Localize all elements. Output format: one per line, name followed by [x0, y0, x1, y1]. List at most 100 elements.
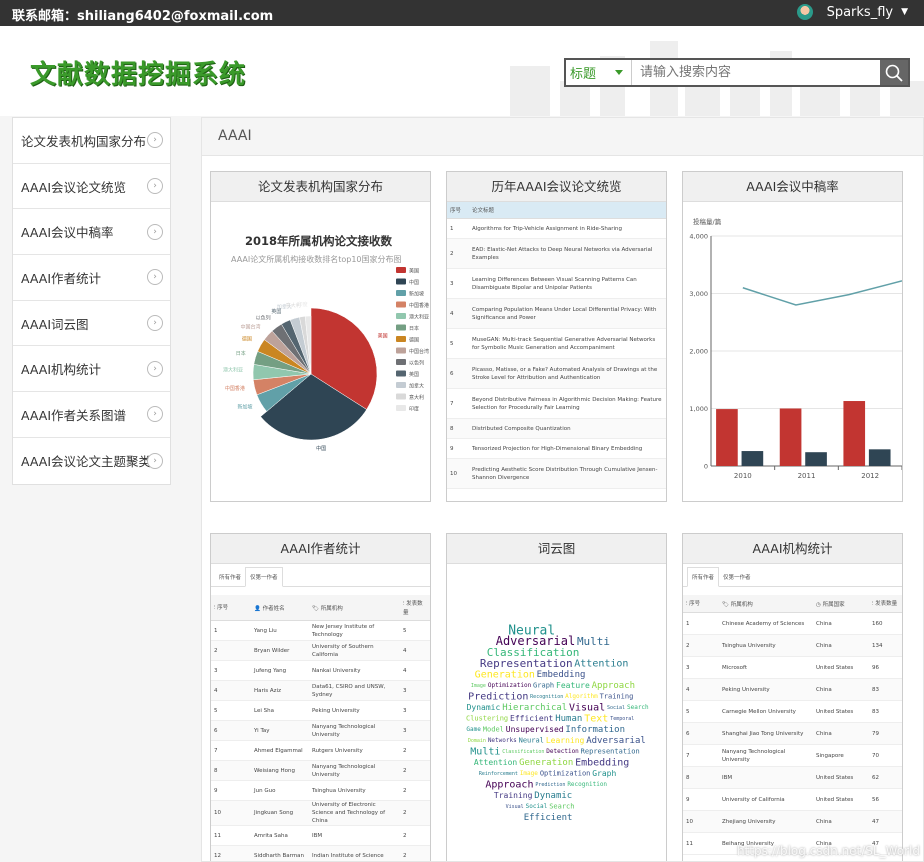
search-field-select[interactable]: 标题	[566, 60, 632, 85]
wordcloud-word[interactable]: Graph	[592, 769, 616, 778]
sidebar-item-institution-stats[interactable]: AAAI机构统计 ›	[13, 346, 170, 393]
table-row[interactable]: 8 IBM United States 62	[683, 766, 902, 789]
legend-label[interactable]: 中国	[409, 279, 419, 286]
table-row[interactable]: 6 Picasso, Matisse, or a Fake? Automated …	[447, 358, 666, 389]
sidebar-item-acceptance-rate[interactable]: AAAI会议中稿率 ›	[13, 209, 170, 256]
wordcloud-word[interactable]: Game	[466, 726, 481, 733]
legend-swatch[interactable]	[396, 267, 406, 273]
chevron-down-icon[interactable]: ▼	[901, 7, 908, 17]
wordcloud-word[interactable]: Image	[520, 770, 538, 777]
wordcloud-word[interactable]: Prediction	[468, 692, 528, 703]
legend-swatch[interactable]	[396, 370, 406, 377]
table-row[interactable]: 4 Comparing Population Means Under Local …	[447, 298, 666, 329]
table-row[interactable]: 1 Algorithms for Trip-Vehicle Assignment …	[447, 218, 666, 239]
table-row[interactable]: 2 Tsinghua University China 134	[683, 634, 902, 657]
wordcloud-word[interactable]: Visual	[506, 804, 524, 810]
bar[interactable]	[843, 401, 866, 466]
panel-author-stats[interactable]: AAAI作者统计 所有作者 仅第一作者 ⫶ 序号 👤 作者姓名 🏷 所属机构 ⫶…	[210, 533, 431, 861]
table-row[interactable]: 7 Ahmed Elgammal Rutgers University 2	[211, 740, 430, 761]
username[interactable]: Sparks_fly	[827, 5, 894, 20]
table-row[interactable]: 8 Distributed Composite Quantization	[447, 418, 666, 439]
table-row[interactable]: 12 Siddharth Barman Indian Institute of Sc…	[211, 845, 430, 861]
bar[interactable]	[805, 452, 827, 466]
legend-label[interactable]: 以色列	[409, 360, 424, 367]
wordcloud-word[interactable]: Dynamic	[534, 791, 572, 801]
wordcloud-word[interactable]: Unsupervised	[506, 725, 564, 734]
wordcloud-word[interactable]: Generation	[475, 670, 535, 681]
avatar[interactable]	[796, 4, 813, 20]
wordcloud-word[interactable]: Training	[600, 692, 634, 700]
wordcloud-word[interactable]: Temporal	[610, 716, 634, 722]
table-row[interactable]: 3 Jufeng Yang Nankai University 4	[211, 660, 430, 681]
table-row[interactable]: 3 Learning Differences Between Visual Sca…	[447, 268, 666, 299]
wordcloud-word[interactable]: Multi	[577, 635, 610, 648]
table-row[interactable]: 10 Jingkuan Song University of Electronic …	[211, 800, 430, 826]
wordcloud-word[interactable]: Visual	[569, 703, 605, 714]
legend-label[interactable]: 加拿大	[409, 383, 424, 390]
wordcloud-word[interactable]: Human	[555, 714, 582, 724]
table-row[interactable]: 11 Amrita Saha IBM 2	[211, 825, 430, 846]
legend-label[interactable]: 新加坡	[409, 291, 424, 298]
legend-label[interactable]: 德国	[409, 337, 419, 344]
tab-all-authors[interactable]: 所有作者	[215, 568, 245, 586]
bar[interactable]	[741, 451, 764, 466]
wordcloud-word[interactable]: Neural	[519, 736, 544, 744]
legend-label[interactable]: 澳大利亚	[409, 314, 429, 321]
wordcloud-word[interactable]: Optimization	[488, 682, 532, 689]
legend-swatch[interactable]	[396, 290, 406, 296]
wordcloud-word[interactable]: Social	[526, 803, 548, 810]
table-row[interactable]: 7 Beyond Distributive Fairness in Algorit…	[447, 388, 666, 419]
wordcloud-word[interactable]: Multi	[470, 747, 500, 758]
wordcloud-word[interactable]: Clustering	[466, 714, 508, 722]
wordcloud-word[interactable]: Text	[584, 714, 608, 725]
search-button[interactable]	[880, 60, 908, 85]
tab-all-authors[interactable]: 所有作者	[687, 567, 720, 587]
wordcloud-word[interactable]: Reinforcement	[479, 771, 518, 777]
legend-swatch[interactable]	[396, 301, 406, 308]
wordcloud-word[interactable]: Model	[483, 725, 504, 733]
panel-country-distribution[interactable]: 论文发表机构国家分布 2018年所属机构论文接收数 AAAI论文所属机构接收数排…	[210, 171, 431, 502]
table-row[interactable]: 2 Bryan Wilder University of Southern Cali…	[211, 640, 430, 661]
app-logo[interactable]: 文献数据挖掘系统	[30, 54, 246, 91]
table-row[interactable]: 3 Microsoft United States 96	[683, 656, 902, 679]
table-row[interactable]: 9 Jun Guo Tsinghua University 2	[211, 780, 430, 801]
legend-label[interactable]: 印度	[409, 406, 419, 413]
bar[interactable]	[779, 408, 802, 467]
tab-first-author[interactable]: 仅第一作者	[245, 567, 283, 587]
wordcloud-word[interactable]: Classification	[502, 749, 544, 755]
legend-swatch[interactable]	[396, 278, 406, 285]
legend-swatch[interactable]	[396, 324, 406, 331]
table-row[interactable]: 2 EAD: Elastic-Net Attacks to Deep Neural…	[447, 238, 666, 269]
wordcloud-word[interactable]: Embedding	[537, 670, 586, 680]
wordcloud-word[interactable]: Attention	[574, 659, 628, 670]
sidebar-item-wordcloud[interactable]: AAAI词云图 ›	[13, 301, 170, 347]
legend-label[interactable]: 中国香港	[409, 302, 429, 309]
table-row[interactable]: 10 Zhejiang University China 47	[683, 810, 902, 833]
table-row[interactable]: 6 Yi Tay Nanyang Technological University 3	[211, 720, 430, 741]
wordcloud-word[interactable]: Representation	[480, 657, 573, 670]
sidebar-item-country-distribution[interactable]: 论文发表机构国家分布 ›	[13, 118, 170, 164]
table-row[interactable]: 1 Chinese Academy of Sciences China 160	[683, 612, 902, 635]
wordcloud-word[interactable]: Detection	[546, 748, 579, 755]
legend-swatch[interactable]	[396, 336, 406, 342]
sidebar-item-topic-clustering[interactable]: AAAI会议论文主题聚类 ›	[13, 438, 170, 484]
wordcloud-word[interactable]: Adversarial	[586, 736, 646, 746]
wordcloud-word[interactable]: Hierarchical	[502, 703, 567, 713]
table-row[interactable]: 9 Tensorized Projection for High-Dimensio…	[447, 438, 666, 459]
wordcloud-word[interactable]: Optimization	[540, 769, 591, 777]
wordcloud-word[interactable]: Domain	[468, 738, 486, 744]
wordcloud-word[interactable]: Approach	[485, 780, 533, 791]
table-row[interactable]: 5 Carnegie Mellon University United States…	[683, 700, 902, 723]
sidebar-item-author-stats[interactable]: AAAI作者统计 ›	[13, 255, 170, 301]
wordcloud-word[interactable]: Efficient	[510, 714, 554, 723]
wordcloud-word[interactable]: Approach	[592, 681, 635, 691]
wordcloud-word[interactable]: Feature	[556, 681, 590, 690]
table-row[interactable]: 6 Shanghai Jiao Tong University China 79	[683, 722, 902, 745]
bar[interactable]	[868, 449, 891, 466]
legend-label[interactable]: 中国台湾	[409, 348, 429, 355]
wordcloud-word[interactable]: Networks	[488, 737, 517, 744]
wordcloud-word[interactable]: Representation	[581, 747, 640, 755]
wordcloud-word[interactable]: Attention	[474, 758, 518, 767]
wordcloud-word[interactable]: Generation	[519, 758, 573, 768]
table-row[interactable]: 4 Haris Aziz Data61, CSIRO and UNSW, Sydne…	[211, 680, 430, 701]
